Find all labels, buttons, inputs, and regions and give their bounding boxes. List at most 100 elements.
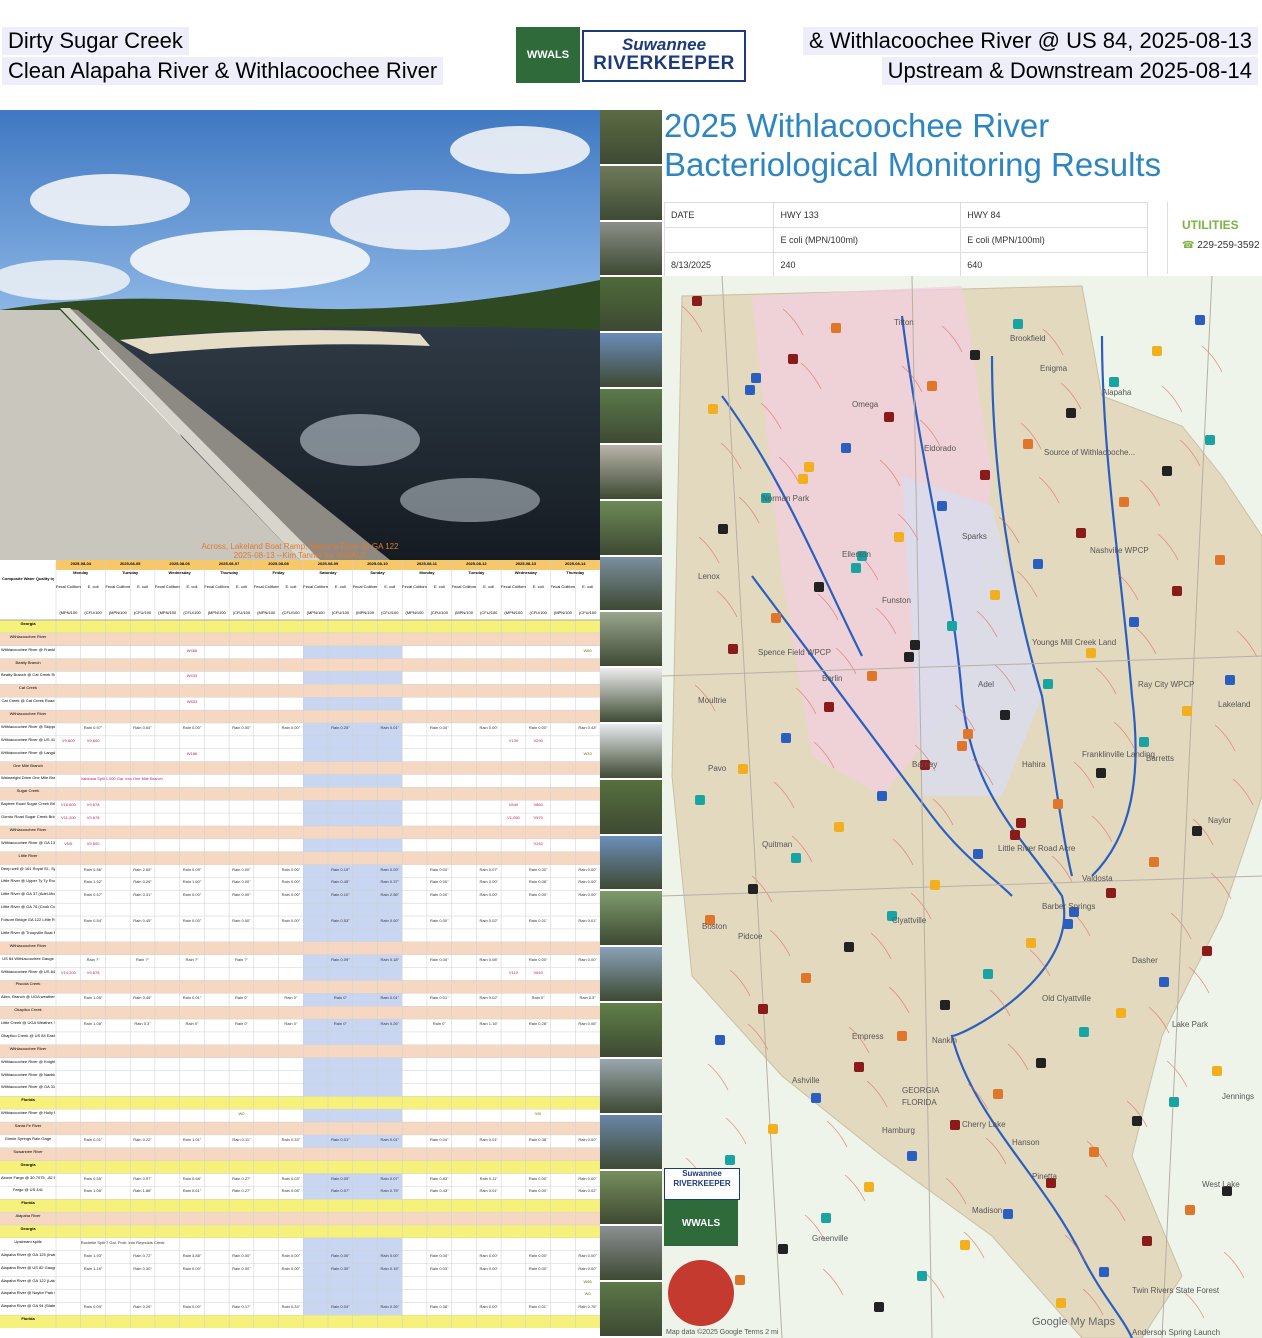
map-marker-icon bbox=[963, 729, 973, 739]
sheet-cell-text: VNS bbox=[64, 840, 73, 846]
sheet-cell-text: Rain 0.00" bbox=[232, 879, 251, 885]
sheet-cell-text: 2025-08-05 bbox=[119, 561, 141, 566]
sheet-cell-text: Cat Creek bbox=[18, 685, 37, 691]
title-right-line1: & Withlacoochee River @ US 84, 2025-08-1… bbox=[803, 27, 1258, 55]
map-marker-icon bbox=[940, 1000, 950, 1010]
sheet-cell-text: Rain 0.19" bbox=[331, 866, 350, 872]
sheet-cell-text: Fecal Coliform bbox=[204, 584, 230, 589]
map-place-label: Boston bbox=[702, 922, 727, 931]
sheet-cell-text: Fecal Coliform bbox=[105, 584, 131, 589]
map-place-label: Greenville bbox=[812, 1234, 849, 1243]
sheet-cell-text: Rain 0.01" bbox=[380, 995, 400, 1001]
watershed-map[interactable]: Tifton Brookfield Enigma Eldorado Alapaha Nor… bbox=[662, 276, 1262, 1338]
sheet-cell-text: Alapaha River @ GA 94 (Statenville Boat … bbox=[1, 1303, 55, 1309]
map-marker-icon bbox=[1076, 528, 1086, 538]
thumbnail-photo bbox=[600, 221, 662, 276]
tributary-line bbox=[822, 1268, 844, 1296]
sheet-cell-text: Beatty Branch @ Cat Creek Road bbox=[1, 672, 55, 678]
map-place-label: Ashville bbox=[792, 1076, 820, 1085]
sheet-cell-text: Rain 0.45" bbox=[133, 918, 152, 924]
map-place-label: Spence Field WPCP bbox=[758, 648, 831, 657]
map-place-label: Omega bbox=[852, 400, 879, 409]
sheet-cell-text: Rain 0.00" bbox=[232, 1252, 251, 1258]
utilities-phone[interactable]: ☎ 229-259-3592 bbox=[1182, 240, 1260, 251]
map-riverkeeper-logo: Suwannee RIVERKEEPER bbox=[664, 1168, 740, 1200]
map-marker-icon bbox=[1036, 1058, 1046, 1068]
sheet-cell-text: Little River @ GA 76 (Cook County Boat R… bbox=[1, 904, 55, 910]
map-marker-icon bbox=[1195, 315, 1205, 325]
map-place-label: Brookfield bbox=[1010, 334, 1046, 343]
sheet-cell-text: Rain 0.01" bbox=[528, 1304, 548, 1310]
sheet-cell-text: E. coli bbox=[532, 584, 544, 589]
sheet-cell-text: Rain 0.31" bbox=[133, 892, 152, 898]
map-place-label: Youngs Mill Creek Land bbox=[1032, 638, 1117, 647]
sheet-cell-text: E. coli bbox=[433, 584, 445, 589]
map-place-label: Barber Springs bbox=[1042, 902, 1096, 911]
map-marker-icon bbox=[738, 764, 748, 774]
sheet-cell-text: V970 bbox=[533, 815, 543, 821]
sheet-cell-text: Withlacoochee River @ Holly Point bbox=[1, 1110, 55, 1116]
map-marker-icon bbox=[1202, 946, 1212, 956]
map-marker-icon bbox=[692, 296, 702, 306]
sheet-cell-text: Upstream spills bbox=[14, 1238, 42, 1244]
map-marker-icon bbox=[1096, 768, 1106, 778]
sheet-cell-text: Rain 0.00" bbox=[429, 892, 449, 898]
sheet-cell-text: Rain 0.00" bbox=[281, 724, 301, 730]
sheet-cell-text: W33 bbox=[583, 750, 592, 756]
thumbnail-photo bbox=[600, 1170, 662, 1225]
col-date: DATE bbox=[663, 202, 775, 228]
sheet-cell-text: Rain 0.01" bbox=[479, 1136, 498, 1142]
river-photo: Across, Lakeland Boat Ramp, Alapaha Rive… bbox=[0, 110, 600, 560]
map-place-label: Madison bbox=[972, 1206, 1003, 1215]
sheet-cell-text: 2025-08-10 bbox=[367, 561, 388, 566]
sheet-cell-text: Rain 0.02" bbox=[479, 995, 498, 1001]
sheet-band-row bbox=[0, 787, 600, 801]
sheet-cell-text: W186 bbox=[186, 750, 198, 756]
sheet-cell-text: Rain 0.00" bbox=[528, 1188, 548, 1194]
sheet-cell-text: Rain 0.22" bbox=[133, 1136, 152, 1142]
sheet-cell-text: Rain 0.01" bbox=[83, 1136, 103, 1142]
sheet-cell-text: Beatty Branch bbox=[15, 659, 41, 665]
sheet-cell-text: Rain 0.97" bbox=[83, 724, 103, 730]
sheet-cell-text: Rain 0.00" bbox=[479, 879, 498, 885]
thumbnail-photo bbox=[600, 1114, 662, 1169]
map-place-label: Dasher bbox=[1132, 956, 1158, 965]
map-marker-icon bbox=[1109, 377, 1119, 387]
map-place-label: Pinetta bbox=[1032, 1172, 1057, 1181]
sheet-cell-text: Rain 0.00" bbox=[578, 1136, 597, 1142]
map-marker-icon bbox=[1056, 1298, 1066, 1308]
map-marker-icon bbox=[917, 1271, 927, 1281]
sheet-cell-text: Rain 0.00" bbox=[429, 1252, 449, 1258]
sheet-cell-text: Above Fargo @ 30.7075, -82.53917 bbox=[1, 1174, 55, 1180]
sheet-cell-text: Withlacoochee River @ Nankin Boat Ramp bbox=[1, 1071, 55, 1077]
sheet-cell-text: V290 bbox=[533, 737, 543, 743]
sheet-cell-text: Rain 0.72" bbox=[133, 1252, 152, 1258]
map-place-label: Little River Road Acre bbox=[998, 844, 1076, 853]
map-place-label: Barney bbox=[912, 760, 938, 769]
sheet-cell-text: Rain ?" bbox=[185, 956, 199, 962]
sheet-cell-text: Rain 0.04" bbox=[429, 1136, 449, 1142]
map-marker-icon bbox=[1205, 435, 1215, 445]
map-place-label: Clyattville bbox=[892, 916, 927, 925]
sheet-cell-text: Rain 0" bbox=[234, 1021, 248, 1027]
tributary-line bbox=[1166, 1060, 1188, 1088]
row-hwy133: 240 bbox=[773, 252, 962, 278]
thumbnail-photo bbox=[600, 947, 662, 1002]
map-marker-icon bbox=[841, 443, 851, 453]
sheet-cell-text: Alapaha River @ US 82 Gauge bbox=[1, 1264, 55, 1270]
sheet-cell-text: Rain 0.61" bbox=[182, 1188, 202, 1194]
map-place-label: Pidcoe bbox=[738, 932, 763, 941]
sheet-cell-text: Rain 0" bbox=[284, 995, 298, 1001]
sheet-cell-text: Rain 0" bbox=[234, 995, 248, 1001]
sheet-cell-text: Rain 0.26" bbox=[133, 879, 152, 885]
sheet-cell-text: 2025-08-09 bbox=[317, 561, 339, 566]
map-wwals-logo: WWALS bbox=[664, 1200, 738, 1246]
map-marker-icon bbox=[973, 849, 983, 859]
sheet-cell-text: (CFU/100 bbox=[84, 610, 102, 615]
sheet-cell-text: Rain 0.01" bbox=[479, 1188, 498, 1194]
map-little-river-logo bbox=[668, 1260, 734, 1326]
sheet-cell-text: Rain 0.33" bbox=[281, 1136, 301, 1142]
sheet-cell-text: Rain 0.01" bbox=[331, 1136, 350, 1142]
map-marker-icon bbox=[1003, 1209, 1013, 1219]
map-marker-icon bbox=[831, 323, 841, 333]
